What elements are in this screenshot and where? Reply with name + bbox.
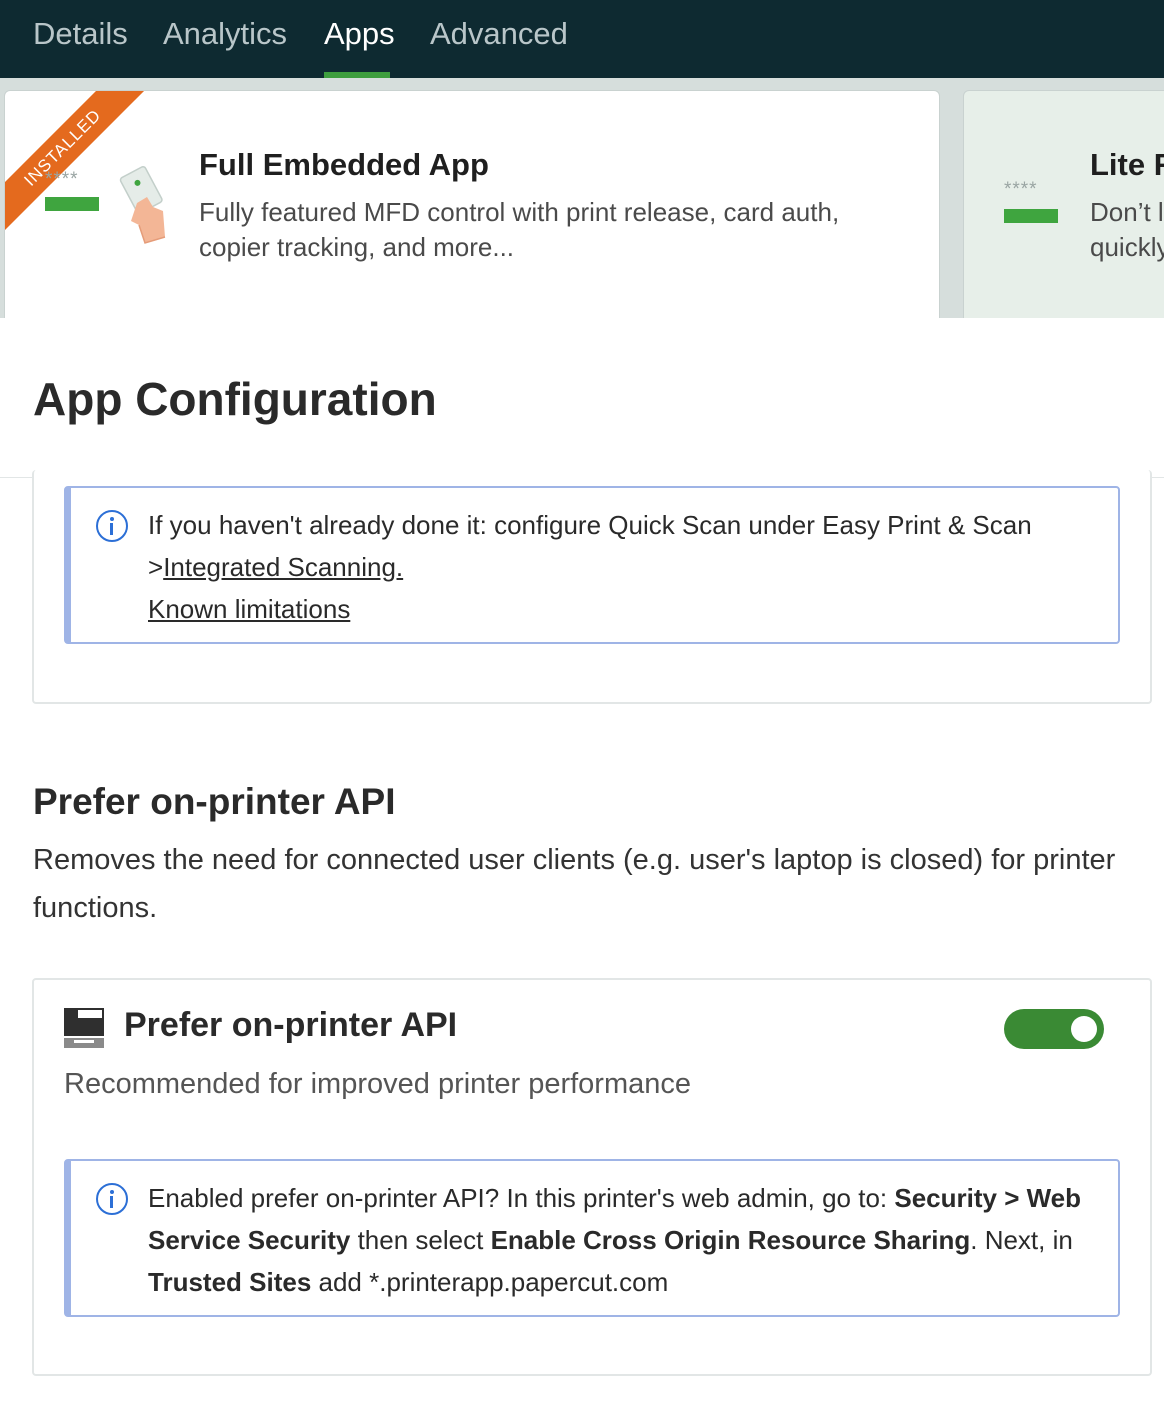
integrated-scanning-link[interactable]: Integrated Scanning. [163, 552, 403, 582]
tab-advanced[interactable]: Advanced [430, 16, 568, 52]
app-card-title: Full Embedded App [199, 147, 489, 182]
tab-analytics[interactable]: Analytics [163, 16, 287, 52]
prefer-api-toggle[interactable] [1004, 1009, 1104, 1049]
prefer-api-card-title: Prefer on-printer API [124, 1006, 458, 1044]
section-description: Removes the need for connected user clie… [33, 844, 1116, 924]
prefer-api-card-subtitle: Recommended for improved printer perform… [64, 1068, 691, 1100]
app-card-description: Don’t l quickly [1090, 197, 1164, 262]
section-title: Prefer on-printer API [33, 781, 396, 822]
info-icon [96, 1183, 128, 1215]
login-bar-icon [45, 197, 99, 211]
known-limitations-link[interactable]: Known limitations [148, 594, 350, 624]
tab-details[interactable]: Details [33, 16, 128, 52]
info-icon [96, 510, 128, 542]
app-card-title: Lite R [1090, 147, 1164, 182]
card-tap-hand-icon [119, 166, 166, 244]
tab-apps[interactable]: Apps [324, 16, 395, 52]
scan-info-text: If you haven't already done it: configur… [148, 510, 1032, 624]
pin-mask-icon: **** [1004, 179, 1038, 200]
app-cards-band: INSTALLED **** Full Embedded App Fully f… [0, 78, 1164, 318]
top-nav: Details Analytics Apps Advanced [0, 0, 1164, 78]
prefer-api-info-box: Enabled prefer on-printer API? In this p… [64, 1159, 1120, 1317]
printer-icon [64, 1008, 104, 1048]
app-card-lite[interactable]: **** Lite R Don’t l quickly [963, 90, 1164, 318]
pin-mask-icon: **** [45, 169, 79, 190]
scan-info-box: If you haven't already done it: configur… [64, 486, 1120, 644]
prefer-api-info-text: Enabled prefer on-printer API? In this p… [148, 1183, 1082, 1297]
login-bar-icon [1004, 209, 1058, 223]
page-title: App Configuration [33, 373, 437, 425]
app-card-full-embedded[interactable]: INSTALLED **** Full Embedded App Fully f… [4, 90, 940, 318]
toggle-knob [1071, 1016, 1097, 1042]
app-card-description: Fully featured MFD control with print re… [199, 197, 840, 262]
